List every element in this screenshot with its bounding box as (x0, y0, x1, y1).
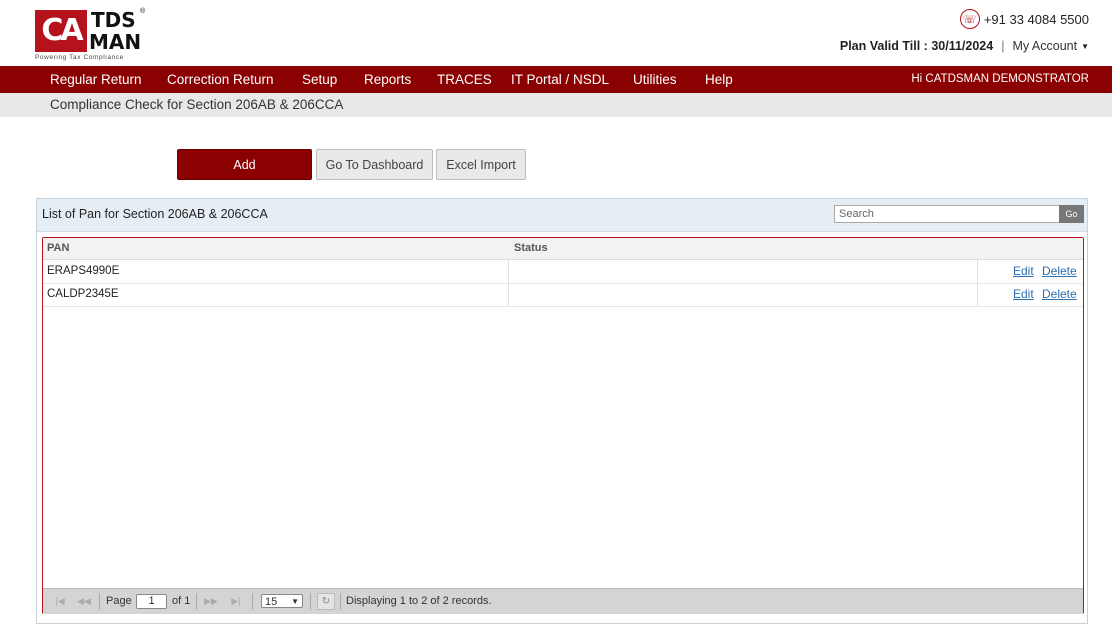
pan-list-panel: List of Pan for Section 206AB & 206CCA S… (36, 198, 1088, 624)
page-size-value: 15 (265, 596, 278, 608)
plan-row: Plan Valid Till : 30/11/2024 | My Accoun… (840, 37, 1089, 55)
user-greeting[interactable]: Hi CATDSMAN DEMONSTRATOR (911, 66, 1089, 93)
refresh-icon[interactable]: ↻ (317, 593, 335, 610)
menu-reports[interactable]: Reports (364, 66, 411, 93)
phone-icon: ☏ (959, 9, 980, 29)
pager-divider (252, 593, 253, 610)
pager-divider (340, 593, 341, 610)
logo-tagline: Powering Tax Compliance (35, 54, 124, 61)
prev-page-icon[interactable]: ◀◀ (76, 594, 92, 609)
last-page-icon[interactable]: ▶| (228, 594, 244, 609)
logo-text-tds: TDS (91, 8, 136, 32)
search-input[interactable]: Search (834, 205, 1060, 223)
menu-traces[interactable]: TRACES (437, 66, 492, 93)
column-header-pan[interactable]: PAN (47, 238, 69, 259)
panel-title: List of Pan for Section 206AB & 206CCA (42, 207, 268, 221)
menu-help[interactable]: Help (705, 66, 733, 93)
go-to-dashboard-button[interactable]: Go To Dashboard (316, 149, 433, 180)
column-header-status[interactable]: Status (514, 238, 548, 259)
logo-registered-mark: ® (140, 8, 146, 15)
delete-link[interactable]: Delete (1042, 260, 1077, 283)
first-page-icon[interactable]: |◀ (52, 594, 68, 609)
column-divider (508, 260, 509, 283)
logo-text-man: MAN (89, 30, 142, 54)
caret-down-icon[interactable]: ▼ (1081, 42, 1089, 51)
column-divider (508, 283, 509, 306)
pager-divider (99, 593, 100, 610)
tdsman-logo[interactable]: CA TDS MAN ® Powering Tax Compliance (35, 8, 146, 64)
phone-number: +91 33 4084 5500 (983, 11, 1089, 27)
plan-valid-till: Plan Valid Till : 30/11/2024 (839, 39, 994, 53)
edit-link[interactable]: Edit (1013, 260, 1034, 283)
my-account-menu[interactable]: My Account (1012, 39, 1077, 53)
menu-setup[interactable]: Setup (302, 66, 337, 93)
menu-it-portal-nsdl[interactable]: IT Portal / NSDL (511, 66, 609, 93)
pager-divider (310, 593, 311, 610)
search-go-button[interactable]: Go (1059, 205, 1084, 223)
add-button[interactable]: Add (177, 149, 312, 180)
top-header: CA TDS MAN ® Powering Tax Compliance ☏ +… (0, 0, 1112, 66)
delete-link[interactable]: Delete (1042, 283, 1077, 306)
column-divider (977, 260, 978, 283)
table-row[interactable]: CALDP2345E Edit Delete (43, 283, 1083, 307)
logo-mark: CA (35, 10, 87, 52)
pan-table: PAN Status ERAPS4990E Edit Delete CALDP2… (42, 237, 1084, 614)
menu-regular-return[interactable]: Regular Return (50, 66, 142, 93)
menu-utilities[interactable]: Utilities (633, 66, 677, 93)
page-size-select[interactable]: 15 ▼ (261, 594, 303, 608)
menu-correction-return[interactable]: Correction Return (167, 66, 274, 93)
next-page-icon[interactable]: ▶▶ (203, 594, 219, 609)
header-separator: | (1001, 39, 1005, 53)
page-title: Compliance Check for Section 206AB & 206… (50, 97, 344, 112)
main-menu-bar: Regular Return Correction Return Setup R… (0, 66, 1112, 93)
breadcrumb-bar: Compliance Check for Section 206AB & 206… (0, 93, 1112, 117)
pan-cell: CALDP2345E (47, 288, 119, 300)
pan-cell: ERAPS4990E (47, 265, 120, 277)
panel-header: List of Pan for Section 206AB & 206CCA S… (37, 199, 1087, 232)
phone-contact: ☏ +91 33 4084 5500 (959, 8, 1089, 30)
pager-divider (196, 593, 197, 610)
page-label: Page (106, 595, 132, 607)
page-number-input[interactable]: 1 (136, 594, 167, 609)
table-row[interactable]: ERAPS4990E Edit Delete (43, 260, 1083, 284)
pagination-bar: |◀ ◀◀ Page 1 of 1 ▶▶ ▶| 15 ▼ ↻ Displaying… (43, 588, 1083, 614)
page-of-total: of 1 (172, 595, 191, 607)
chevron-down-icon: ▼ (291, 597, 299, 606)
column-divider (977, 283, 978, 306)
excel-import-button[interactable]: Excel Import (436, 149, 526, 180)
table-header: PAN Status (43, 238, 1083, 260)
edit-link[interactable]: Edit (1013, 283, 1034, 306)
records-info: Displaying 1 to 2 of 2 records. (346, 595, 492, 607)
